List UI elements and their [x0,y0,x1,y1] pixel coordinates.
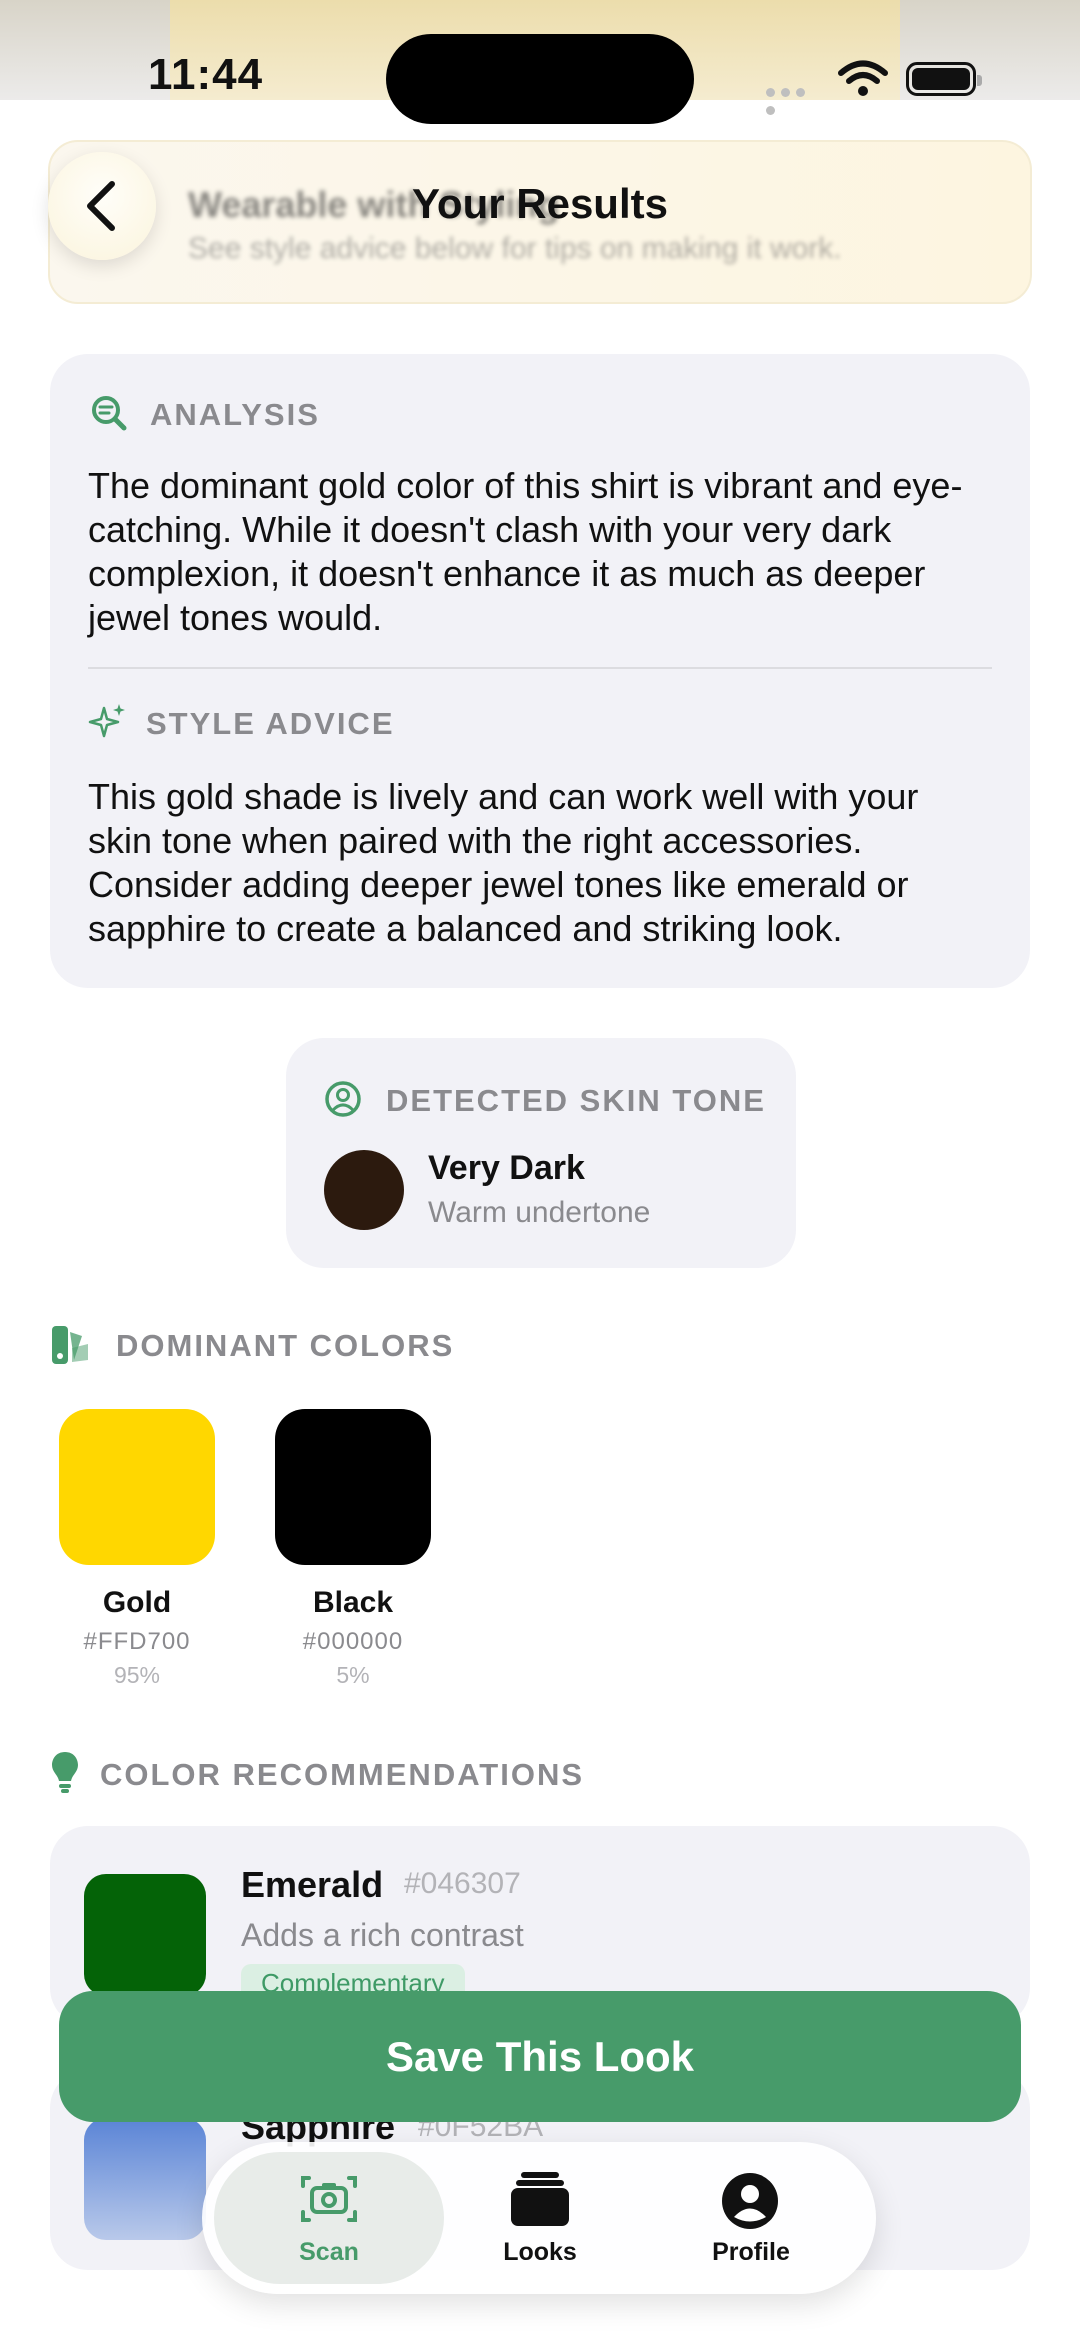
color-swatch-black[interactable] [275,1409,431,1565]
color-name: Black [312,1586,394,1619]
battery-icon [906,62,982,96]
sparkles-icon [88,704,125,738]
skin-undertone: Warm undertone [428,1196,651,1229]
recommendation-swatch [84,2118,206,2240]
color-hex: #000000 [302,1628,404,1655]
cellular-signal-icon [766,84,824,115]
page-title: Your Results [412,180,668,227]
color-hex: #FFD700 [83,1628,191,1655]
color-swatch-gold[interactable] [59,1409,215,1565]
stack-icon [511,2172,569,2226]
person-icon [722,2173,778,2229]
wifi-icon [838,60,888,96]
tab-label: Scan [299,2238,359,2266]
skin-tone-swatch [324,1150,404,1230]
tab-looks[interactable]: Looks [450,2162,630,2282]
bottom-fade [0,2300,1080,2347]
tab-label: Looks [503,2238,577,2266]
color-percent: 5% [336,1662,370,1688]
style-advice-text: This gold shade is lively and can work w… [88,776,919,949]
status-time: 11:44 [148,50,264,99]
save-look-button[interactable]: Save This Look [59,1991,1021,2122]
skin-tone-label: DETECTED SKIN TONE [386,1083,766,1118]
recommendation-swatch [84,1874,206,1996]
person-circle-icon [325,1081,361,1117]
camera-icon [301,2176,357,2222]
skin-tone-name: Very Dark [428,1149,585,1187]
recommendation-reason: Adds a rich contrast [241,1917,524,1953]
color-percent: 95% [113,1662,161,1688]
dynamic-island [386,34,694,124]
recommendations-label: COLOR RECOMMENDATIONS [100,1757,585,1792]
tab-label: Profile [712,2238,790,2266]
analysis-label: ANALYSIS [150,397,320,432]
tab-profile[interactable]: Profile [661,2162,841,2282]
magnifier-icon [92,396,127,431]
palette-icon [52,1326,88,1364]
recommendation-hex: #046307 [404,1867,521,1900]
verdict-subtitle: See style advice below for tips on makin… [188,232,842,265]
divider [88,667,992,669]
tab-scan[interactable]: Scan [239,2162,419,2282]
dominant-colors-label: DOMINANT COLORS [116,1328,455,1363]
analysis-text: The dominant gold color of this shirt is… [88,465,963,638]
recommendation-name: Emerald [241,1864,384,1905]
lightbulb-icon [52,1752,78,1793]
style-advice-label: STYLE ADVICE [146,706,395,741]
color-name: Gold [102,1586,172,1619]
